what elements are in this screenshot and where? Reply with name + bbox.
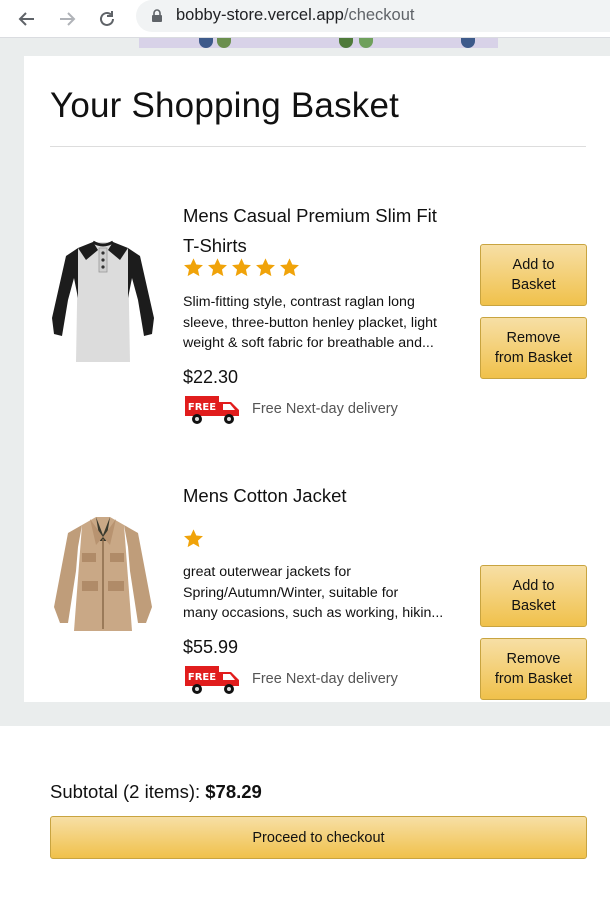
hero-banner-image: [139, 38, 498, 48]
product-title[interactable]: Mens Casual Premium Slim Fit T-Shirts: [183, 201, 473, 261]
remove-from-basket-button[interactable]: Remove from Basket: [480, 638, 587, 700]
url-path: /checkout: [343, 6, 415, 24]
product-price: $55.99: [183, 637, 239, 657]
reload-button[interactable]: [92, 4, 122, 34]
add-to-basket-button[interactable]: Add to Basket: [480, 565, 587, 627]
star-icon: [184, 258, 203, 277]
subtotal-amount: $78.29: [205, 781, 262, 802]
delivery-text: Free Next-day delivery: [252, 671, 398, 687]
browser-toolbar: bobby-store.vercel.app/checkout: [0, 0, 610, 38]
button-label: Remove from Basket: [494, 651, 573, 687]
product-description: Slim-fitting style, contrast raglan long…: [183, 292, 459, 354]
delivery-text: Free Next-day delivery: [252, 401, 398, 417]
product-description: great outerwear jackets for Spring/Autum…: [183, 562, 459, 624]
free-badge-text: FREE: [188, 402, 216, 413]
rating-stars: [183, 257, 300, 278]
free-badge-text: FREE: [188, 672, 216, 683]
description-line: many occasions, such as working, hikin..…: [183, 605, 444, 621]
description-line: weight & soft fabric for breathable and.…: [183, 335, 434, 351]
description-line: sleeve, three-button henley placket, lig…: [183, 314, 437, 331]
subtotal-label: Subtotal (2 items):: [50, 781, 201, 802]
reload-icon: [100, 11, 114, 26]
basket-card: Your Shopping Basket Mens Casual Premium…: [24, 56, 610, 702]
back-button[interactable]: [12, 4, 42, 34]
remove-from-basket-button[interactable]: Remove from Basket: [480, 317, 587, 379]
jacket-image: [54, 517, 152, 631]
delivery-info: FREE Free Next-day delivery: [183, 392, 398, 426]
product-title-line: Mens Cotton Jacket: [183, 485, 347, 506]
star-icon: [256, 258, 275, 277]
product-title[interactable]: Mens Cotton Jacket: [183, 481, 473, 511]
url-host: bobby-store.vercel.app: [176, 6, 344, 24]
tshirt-image: [52, 240, 154, 362]
lock-icon: [152, 9, 162, 22]
page-title: Your Shopping Basket: [50, 86, 400, 125]
proceed-to-checkout-button[interactable]: Proceed to checkout: [50, 816, 587, 859]
free-delivery-truck-icon: FREE: [185, 396, 239, 424]
arrow-left-icon: [18, 12, 34, 26]
product-title-line: Mens Casual Premium Slim Fit: [183, 205, 437, 226]
forward-button[interactable]: [52, 4, 82, 34]
star-icon: [208, 258, 227, 277]
delivery-info: FREE Free Next-day delivery: [183, 662, 398, 696]
star-icon: [184, 529, 203, 548]
star-icon: [232, 258, 251, 277]
description-line: Spring/Autumn/Winter, suitable for: [183, 584, 399, 601]
arrow-right-icon: [60, 12, 76, 26]
rating-stars: [183, 528, 204, 549]
button-label: Add to Basket: [511, 257, 556, 293]
free-delivery-truck-icon: FREE: [185, 666, 239, 694]
title-divider: [50, 146, 586, 147]
url-text: bobby-store.vercel.app/checkout: [176, 6, 414, 25]
product-price: $22.30: [183, 367, 239, 387]
description-line: great outerwear jackets for: [183, 564, 351, 580]
star-icon: [280, 258, 299, 277]
button-label: Remove from Basket: [494, 330, 573, 366]
button-label: Add to Basket: [511, 578, 556, 614]
subtotal: Subtotal (2 items): $78.29: [50, 781, 262, 803]
add-to-basket-button[interactable]: Add to Basket: [480, 244, 587, 306]
address-bar[interactable]: bobby-store.vercel.app/checkout: [136, 0, 610, 32]
description-line: Slim-fitting style, contrast raglan long: [183, 294, 415, 310]
